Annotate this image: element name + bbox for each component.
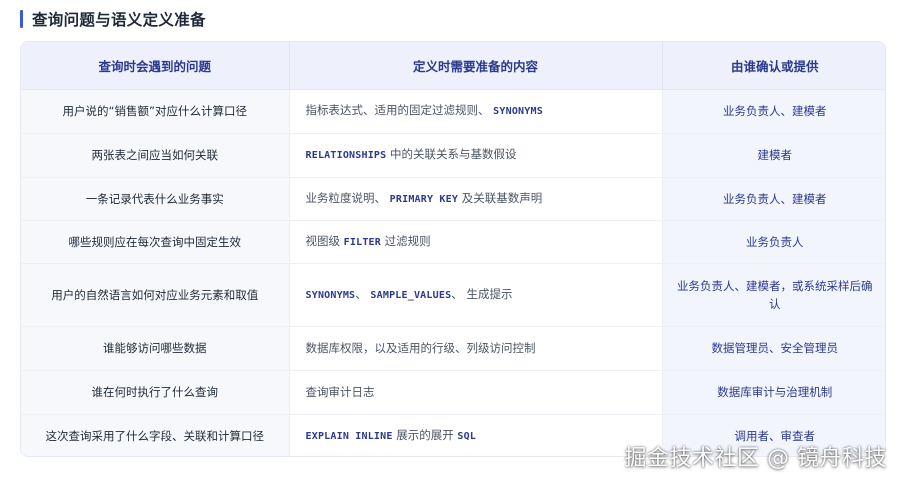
prepare-cell: EXPLAIN INLINE 展示的展开 SQL — [289, 414, 663, 456]
table-row: 哪些规则应在每次查询中固定生效 视图级 FILTER 过滤规则 业务负责人 — [21, 220, 885, 264]
section-title: 查询问题与语义定义准备 — [32, 11, 206, 29]
prepare-text: 过滤规则 — [380, 233, 431, 248]
header-question: 查询时会遇到的问题 — [21, 42, 290, 90]
semantic-definition-table: 查询时会遇到的问题 定义时需要准备的内容 由谁确认或提供 用户说的“销售额”对应… — [20, 41, 886, 457]
prepare-cell: 指标表达式、适用的固定过滤规则、 SYNONYMS — [289, 89, 663, 134]
keyword-code: SQL — [457, 430, 477, 442]
table-row: 用户说的“销售额”对应什么计算口径 指标表达式、适用的固定过滤规则、 SYNON… — [21, 89, 885, 134]
question-cell: 用户说的“销售额”对应什么计算口径 — [21, 89, 290, 134]
owner-cell: 业务负责人、建模者 — [662, 89, 885, 134]
owner-cell: 业务负责人 — [662, 220, 885, 264]
keyword-code: EXPLAIN INLINE — [305, 430, 393, 442]
owner-cell: 建模者 — [662, 133, 885, 178]
question-cell: 两张表之间应当如何关联 — [21, 133, 290, 178]
table-row: 一条记录代表什么业务事实 业务粒度说明、 PRIMARY KEY 及关联基数声明… — [21, 177, 885, 221]
owner-cell: 业务负责人、建模者 — [662, 177, 885, 221]
prepare-text: 视图级 — [305, 233, 344, 248]
keyword-code: FILTER — [343, 236, 381, 248]
prepare-text: 业务粒度说明、 — [305, 190, 387, 205]
table-row: 谁在何时执行了什么查询 查询审计日志 数据库审计与治理机制 — [21, 370, 885, 415]
prepare-cell: SYNONYMS、 SAMPLE_VALUES、 生成提示 — [289, 263, 663, 327]
prepare-text: 、 — [355, 286, 367, 301]
table-row: 两张表之间应当如何关联 RELATIONSHIPS 中的关联关系与基数假设 建模… — [21, 133, 885, 178]
question-cell: 用户的自然语言如何对应业务元素和取值 — [21, 263, 290, 327]
watermark: 掘金技术社区 @ 镜舟科技 — [624, 446, 887, 471]
header-prepare: 定义时需要准备的内容 — [289, 42, 663, 90]
table-row: 谁能够访问哪些数据 数据库权限，以及适用的行级、列级访问控制 数据管理员、安全管… — [21, 326, 885, 371]
owner-cell: 数据管理员、安全管理员 — [662, 326, 885, 371]
section-heading: 查询问题与语义定义准备 — [20, 9, 206, 29]
keyword-code: SYNONYMS — [305, 289, 356, 301]
prepare-cell: 查询审计日志 — [289, 370, 663, 415]
page: 查询问题与语义定义准备 查询时会遇到的问题 定义时需要准备的内容 由谁确认或提供… — [0, 0, 903, 486]
prepare-cell: RELATIONSHIPS 中的关联关系与基数假设 — [289, 133, 663, 178]
keyword-code: SAMPLE_VALUES — [370, 289, 452, 301]
prepare-text: 指标表达式、适用的固定过滤规则、 — [305, 103, 490, 117]
owner-cell: 数据库审计与治理机制 — [662, 370, 885, 415]
question-cell: 这次查询采用了什么字段、关联和计算口径 — [21, 414, 290, 456]
title-accent-bar — [20, 10, 23, 28]
header-owner: 由谁确认或提供 — [662, 42, 885, 90]
table-header-row: 查询时会遇到的问题 定义时需要准备的内容 由谁确认或提供 — [21, 42, 885, 90]
prepare-text: 展示的展开 — [392, 427, 458, 442]
prepare-cell: 业务粒度说明、 PRIMARY KEY 及关联基数声明 — [289, 177, 663, 221]
prepare-text: 数据库权限，以及适用的行级、列级访问控制 — [305, 341, 536, 355]
keyword-code: PRIMARY KEY — [389, 193, 459, 205]
prepare-text: 及关联基数声明 — [458, 190, 543, 205]
prepare-text: 中的关联关系与基数假设 — [386, 147, 517, 161]
question-cell: 一条记录代表什么业务事实 — [21, 177, 290, 221]
prepare-text: 、 生成提示 — [451, 286, 513, 301]
table-row: 用户的自然语言如何对应业务元素和取值 SYNONYMS、 SAMPLE_VALU… — [21, 263, 885, 327]
question-cell: 谁能够访问哪些数据 — [21, 326, 290, 371]
table: 查询时会遇到的问题 定义时需要准备的内容 由谁确认或提供 用户说的“销售额”对应… — [21, 42, 885, 456]
owner-cell: 业务负责人、建模者，或系统采样后确认 — [662, 263, 885, 327]
prepare-text: 查询审计日志 — [305, 385, 375, 399]
keyword-code: RELATIONSHIPS — [305, 150, 387, 161]
keyword-code: SYNONYMS — [493, 106, 543, 117]
prepare-cell: 视图级 FILTER 过滤规则 — [289, 220, 663, 264]
prepare-cell: 数据库权限，以及适用的行级、列级访问控制 — [289, 326, 663, 371]
question-cell: 谁在何时执行了什么查询 — [21, 370, 290, 415]
question-cell: 哪些规则应在每次查询中固定生效 — [21, 220, 290, 264]
